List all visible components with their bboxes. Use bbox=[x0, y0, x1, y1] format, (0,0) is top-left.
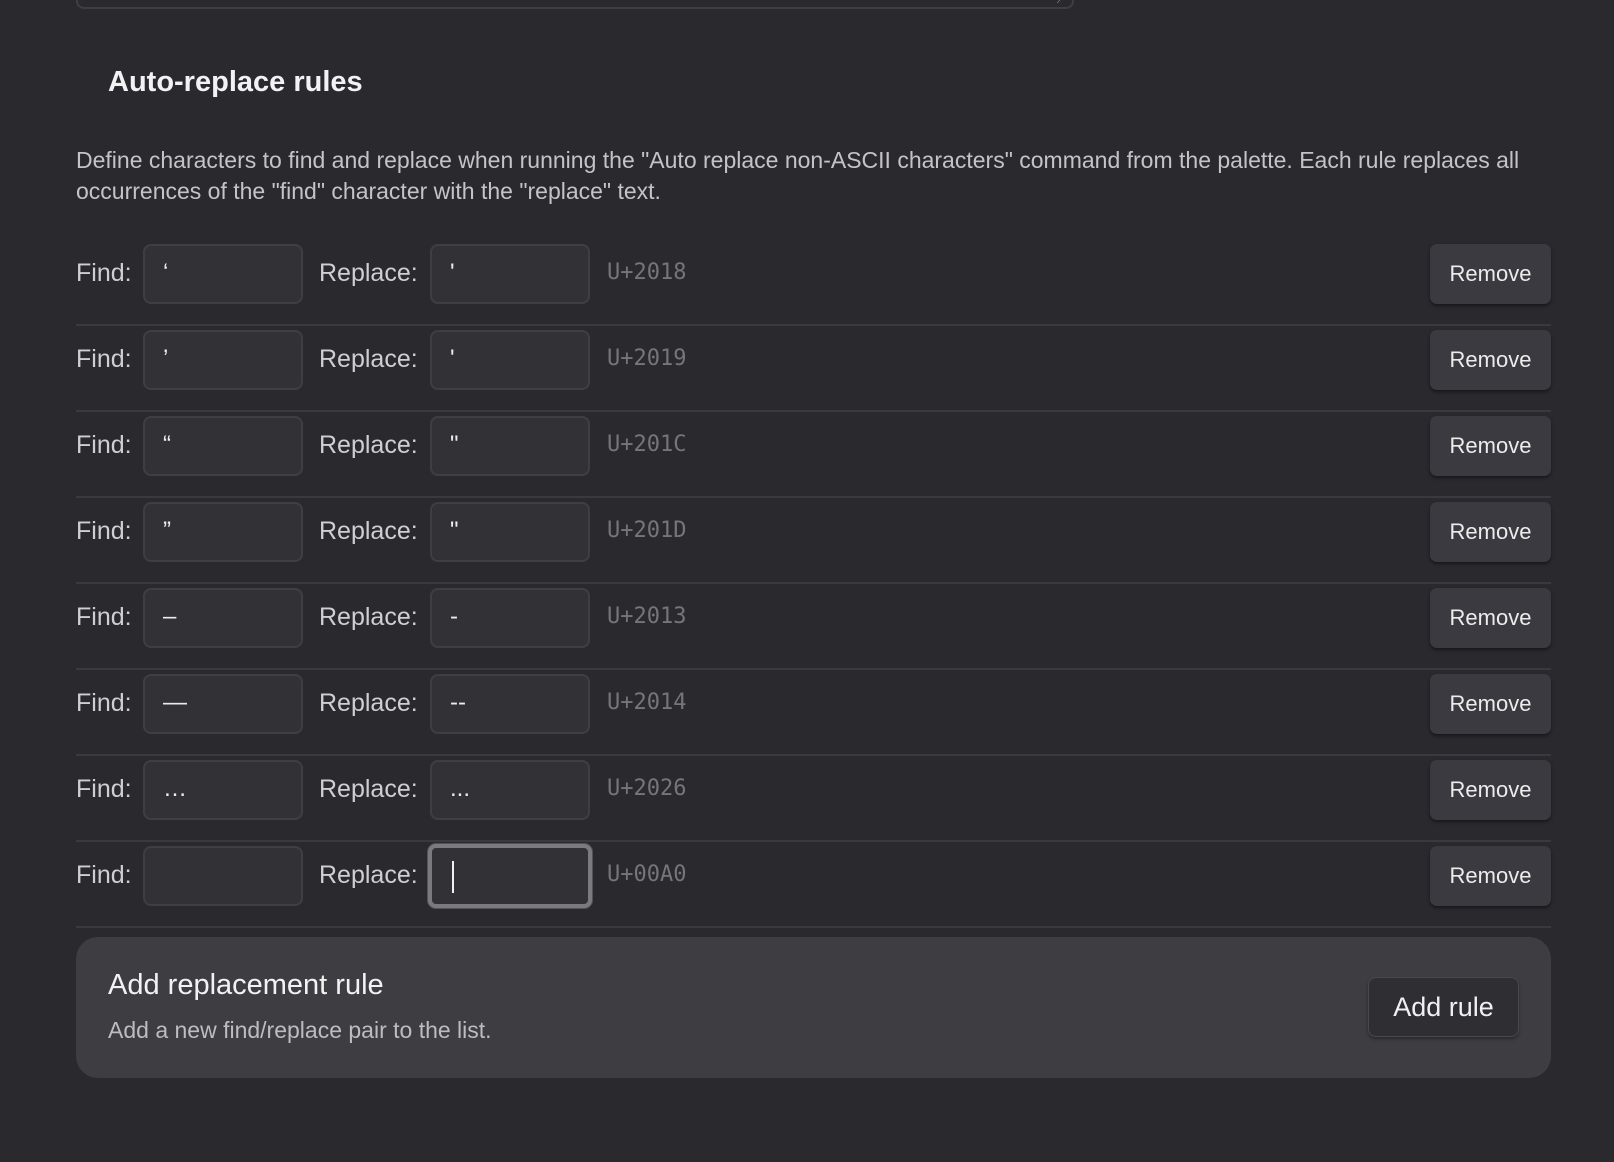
find-input[interactable]: ‘ bbox=[143, 244, 303, 304]
unicode-code: U+201C bbox=[607, 432, 687, 457]
remove-button[interactable]: Remove bbox=[1430, 588, 1551, 648]
remove-button[interactable]: Remove bbox=[1430, 330, 1551, 390]
rule-row: Find: Replace: U+00A0 Remove bbox=[76, 842, 1551, 928]
rules-list: Find: ‘ Replace: ' U+2018 Remove Find: ’ Replace… bbox=[76, 240, 1551, 928]
replace-value: " bbox=[450, 517, 459, 544]
replace-input[interactable]: - bbox=[430, 588, 590, 648]
replace-label: Replace: bbox=[319, 259, 418, 287]
find-label: Find: bbox=[76, 345, 132, 373]
find-label: Find: bbox=[76, 861, 132, 889]
replace-input[interactable]: ... bbox=[430, 760, 590, 820]
replace-value: ' bbox=[450, 345, 455, 372]
rule-row: Find: — Replace: -- U+2014 Remove bbox=[76, 670, 1551, 756]
rule-row: Find: … Replace:... U+2026 Remove bbox=[76, 756, 1551, 842]
replace-value: - bbox=[450, 603, 458, 630]
resize-handle-icon[interactable]: ⟋ bbox=[1057, 0, 1069, 6]
add-rule-card: Add replacement rule Add a new find/repl… bbox=[76, 937, 1551, 1078]
settings-page: ⟋ Auto-replace rules Define characters t… bbox=[0, 0, 1614, 1162]
previous-textarea[interactable]: ⟋ bbox=[76, 0, 1074, 9]
find-input[interactable]: ” bbox=[143, 502, 303, 562]
unicode-code: U+2026 bbox=[607, 776, 687, 801]
replace-label: Replace: bbox=[319, 689, 418, 717]
find-label: Find: bbox=[76, 775, 132, 803]
find-input[interactable]: – bbox=[143, 588, 303, 648]
replace-label: Replace: bbox=[319, 861, 418, 889]
replace-value: ' bbox=[450, 259, 455, 286]
remove-button[interactable]: Remove bbox=[1430, 502, 1551, 562]
find-input[interactable]: … bbox=[143, 760, 303, 820]
rule-row: Find: – Replace: - U+2013 Remove bbox=[76, 584, 1551, 670]
replace-input[interactable]: " bbox=[430, 416, 590, 476]
unicode-code: U+2014 bbox=[607, 690, 687, 715]
remove-button[interactable]: Remove bbox=[1430, 244, 1551, 304]
add-rule-description: Add a new find/replace pair to the list. bbox=[108, 1017, 492, 1043]
remove-button[interactable]: Remove bbox=[1430, 674, 1551, 734]
section-title: Auto-replace rules bbox=[108, 66, 363, 98]
replace-value: ... bbox=[450, 775, 471, 802]
remove-button[interactable]: Remove bbox=[1430, 846, 1551, 906]
unicode-code: U+00A0 bbox=[607, 862, 687, 887]
unicode-code: U+2013 bbox=[607, 604, 687, 629]
find-input[interactable]: — bbox=[143, 674, 303, 734]
rule-row: Find: ” Replace: " U+201D Remove bbox=[76, 498, 1551, 584]
replace-label: Replace: bbox=[319, 603, 418, 631]
section-description: Define characters to find and replace wh… bbox=[76, 147, 1520, 204]
replace-label: Replace: bbox=[319, 431, 418, 459]
replace-input[interactable]: -- bbox=[430, 674, 590, 734]
replace-input[interactable] bbox=[428, 844, 592, 908]
add-rule-button[interactable]: Add rule bbox=[1368, 977, 1519, 1037]
add-rule-title: Add replacement rule bbox=[108, 969, 384, 1001]
replace-value: " bbox=[450, 431, 459, 458]
find-input[interactable] bbox=[143, 846, 303, 906]
find-input[interactable]: ’ bbox=[143, 330, 303, 390]
find-label: Find: bbox=[76, 689, 132, 717]
rule-row: Find: “ Replace: " U+201C Remove bbox=[76, 412, 1551, 498]
replace-input[interactable]: ' bbox=[430, 244, 590, 304]
unicode-code: U+2019 bbox=[607, 346, 687, 371]
replace-input[interactable]: " bbox=[430, 502, 590, 562]
find-label: Find: bbox=[76, 259, 132, 287]
replace-input[interactable]: ' bbox=[430, 330, 590, 390]
text-caret bbox=[452, 860, 454, 893]
unicode-code: U+201D bbox=[607, 518, 687, 543]
replace-label: Replace: bbox=[319, 345, 418, 373]
unicode-code: U+2018 bbox=[607, 260, 687, 285]
rule-row: Find: ’ Replace: ' U+2019 Remove bbox=[76, 326, 1551, 412]
replace-value: -- bbox=[450, 689, 466, 716]
find-label: Find: bbox=[76, 431, 132, 459]
find-label: Find: bbox=[76, 603, 132, 631]
find-label: Find: bbox=[76, 517, 132, 545]
rule-row: Find: ‘ Replace: ' U+2018 Remove bbox=[76, 240, 1551, 326]
remove-button[interactable]: Remove bbox=[1430, 416, 1551, 476]
remove-button[interactable]: Remove bbox=[1430, 760, 1551, 820]
replace-label: Replace: bbox=[319, 775, 418, 803]
replace-label: Replace: bbox=[319, 517, 418, 545]
find-input[interactable]: “ bbox=[143, 416, 303, 476]
